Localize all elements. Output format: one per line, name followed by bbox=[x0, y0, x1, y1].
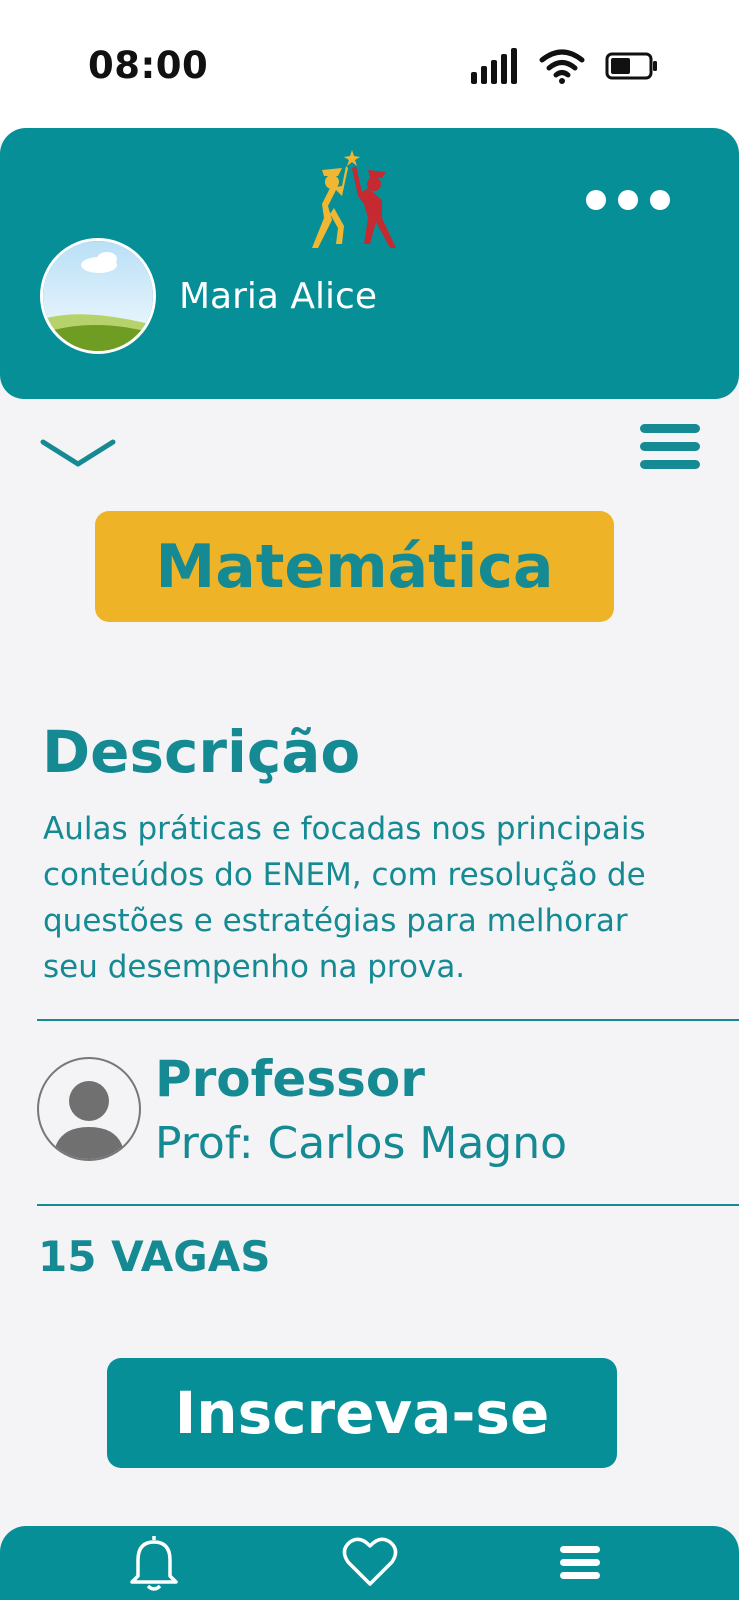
app-logo bbox=[312, 150, 396, 248]
landscape-avatar-image bbox=[43, 241, 153, 351]
user-name: Maria Alice bbox=[179, 276, 377, 317]
vacancies-count: 15 VAGAS bbox=[38, 1232, 271, 1281]
status-bar: 08:00 bbox=[0, 0, 739, 140]
menu-icon[interactable] bbox=[560, 1546, 600, 1582]
professor-title: Professor bbox=[155, 1050, 425, 1108]
heart-icon[interactable] bbox=[342, 1536, 398, 1588]
status-icons bbox=[471, 48, 659, 84]
description-title: Descrição bbox=[42, 718, 361, 786]
menu-icon[interactable] bbox=[640, 424, 700, 470]
description-text: Aulas práticas e focadas nos principais … bbox=[43, 811, 646, 985]
wifi-icon bbox=[539, 49, 585, 84]
dot bbox=[586, 190, 606, 210]
dot bbox=[618, 190, 638, 210]
divider bbox=[37, 1019, 739, 1021]
subject-badge: Matemática bbox=[95, 511, 614, 622]
user-avatar[interactable] bbox=[40, 238, 156, 354]
user-placeholder-icon bbox=[53, 1081, 125, 1159]
more-options-icon[interactable] bbox=[586, 190, 670, 210]
bottom-nav bbox=[0, 1526, 739, 1600]
signal-icon bbox=[471, 48, 517, 84]
professor-name: Prof: Carlos Magno bbox=[155, 1118, 568, 1169]
subscribe-label: Inscreva-se bbox=[174, 1379, 550, 1447]
dot bbox=[650, 190, 670, 210]
professor-avatar bbox=[37, 1057, 141, 1161]
chevron-down-icon[interactable] bbox=[40, 438, 116, 468]
divider bbox=[37, 1204, 739, 1206]
battery-icon bbox=[605, 52, 657, 80]
subscribe-button[interactable]: Inscreva-se bbox=[107, 1358, 617, 1468]
bell-icon[interactable] bbox=[128, 1532, 180, 1592]
status-time: 08:00 bbox=[88, 44, 209, 87]
subject-label: Matemática bbox=[155, 531, 554, 602]
